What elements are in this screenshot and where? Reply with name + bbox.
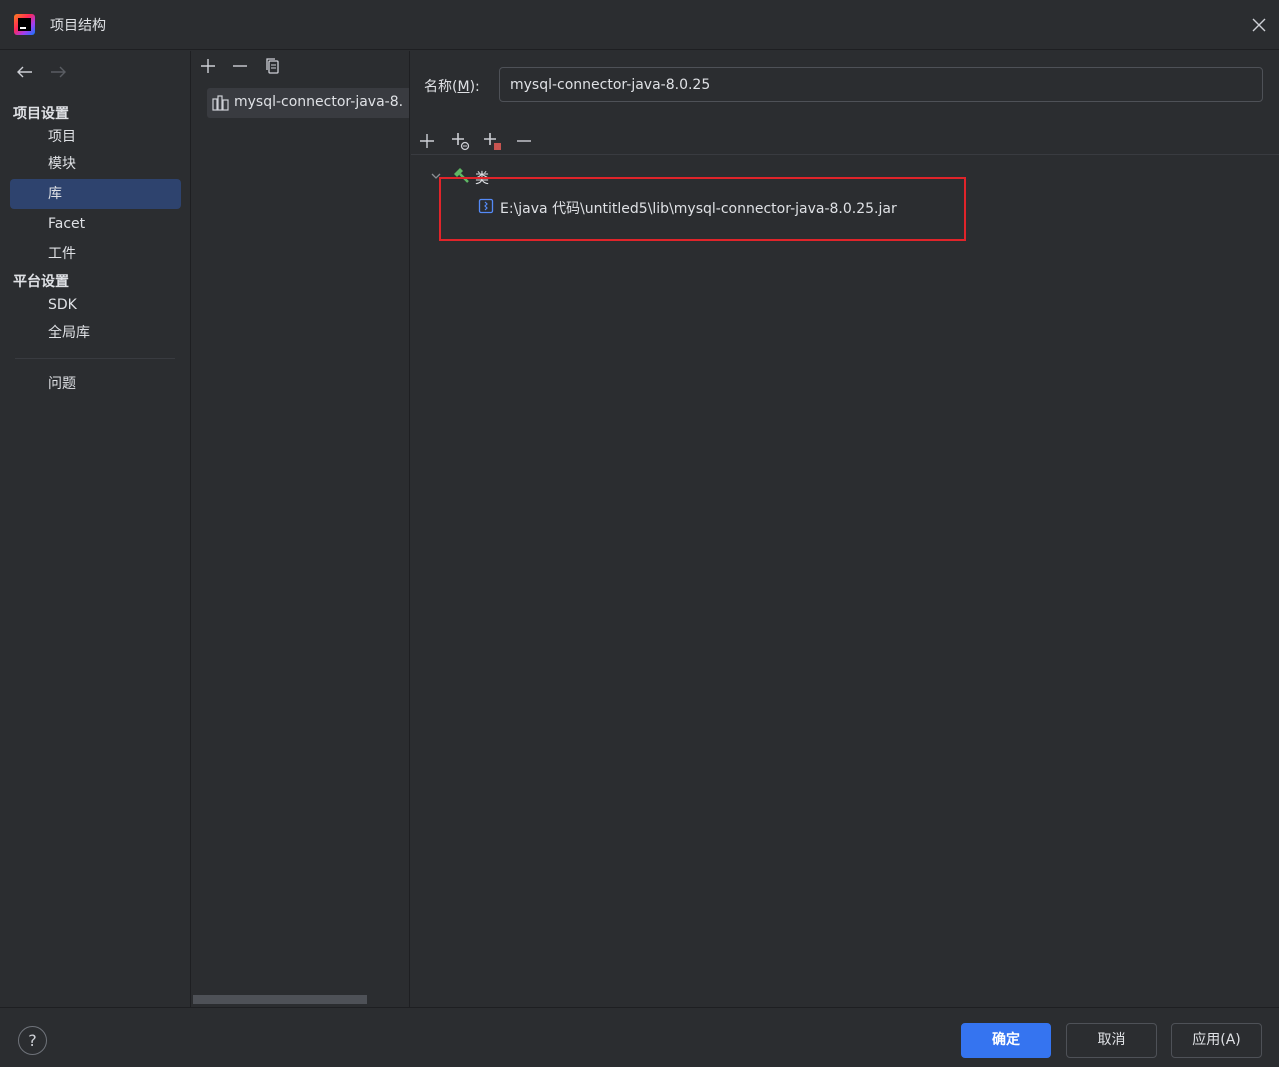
sidebar-item-project[interactable]: 项目: [10, 122, 181, 152]
sidebar-divider: [15, 358, 175, 359]
library-detail-panel: 名称(M): 类 E:\java 代码\untitled5\lib\mysql-…: [411, 51, 1279, 1007]
sidebar-item-facets[interactable]: Facet: [10, 209, 181, 239]
toolbar-divider: [411, 154, 1279, 155]
sidebar-item-modules[interactable]: 模块: [10, 149, 181, 179]
library-icon: [212, 95, 229, 111]
name-label: 名称(M):: [424, 79, 480, 95]
intellij-idea-logo-icon: [14, 14, 35, 35]
horizontal-scrollbar[interactable]: [193, 995, 367, 1004]
add-jar-icon[interactable]: [481, 130, 503, 152]
library-name: mysql-connector-java-8.: [234, 94, 404, 110]
library-list-panel: mysql-connector-java-8.: [192, 51, 410, 1007]
sidebar-item-global-libraries[interactable]: 全局库: [10, 318, 181, 348]
project-settings-header: 项目设置: [13, 106, 69, 122]
apply-button[interactable]: 应用(A): [1171, 1023, 1262, 1058]
copy-icon[interactable]: [263, 56, 283, 76]
add-url-icon[interactable]: [449, 130, 471, 152]
add-icon[interactable]: [416, 130, 438, 152]
ok-button[interactable]: 确定: [961, 1023, 1051, 1058]
window-title: 项目结构: [50, 18, 106, 34]
sidebar-item-artifacts[interactable]: 工件: [10, 239, 181, 269]
arrow-left-icon[interactable]: [15, 64, 35, 80]
add-icon[interactable]: [198, 56, 218, 76]
close-icon[interactable]: [1249, 15, 1269, 35]
remove-icon[interactable]: [230, 56, 250, 76]
sidebar-item-sdks[interactable]: SDK: [10, 290, 181, 320]
sidebar-item-libraries[interactable]: 库: [10, 179, 181, 209]
cancel-button[interactable]: 取消: [1066, 1023, 1157, 1058]
sidebar-item-problems[interactable]: 问题: [10, 369, 181, 399]
settings-sidebar: 项目设置 项目 模块 库 Facet 工件 平台设置 SDK 全局库 问题: [0, 51, 191, 1007]
dialog-footer: ? 确定 取消 应用(A): [0, 1007, 1279, 1067]
list-item-library[interactable]: mysql-connector-java-8.: [207, 88, 409, 118]
library-name-field[interactable]: [499, 67, 1263, 102]
remove-icon[interactable]: [513, 130, 535, 152]
platform-settings-header: 平台设置: [13, 274, 69, 290]
help-button[interactable]: ?: [18, 1026, 47, 1055]
arrow-right-icon[interactable]: [48, 64, 68, 80]
title-bar: 项目结构: [0, 0, 1279, 50]
red-highlight-annotation: [439, 177, 966, 241]
